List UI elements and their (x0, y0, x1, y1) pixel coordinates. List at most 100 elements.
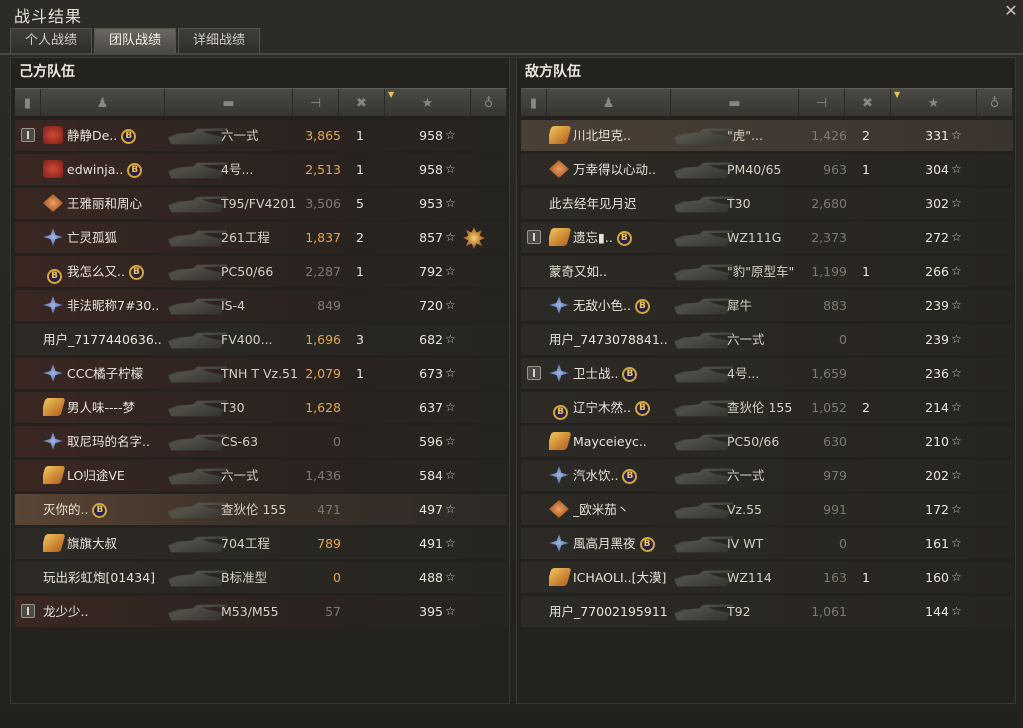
player-name[interactable]: 用户_77002195911 (549, 596, 675, 627)
player-row[interactable]: 此去经年见月迟 T30 2,680 302 ☆ (521, 188, 1013, 219)
player-row[interactable]: edwinja.. B 4号... 2,513 1 958 ☆ (15, 154, 507, 185)
enemy-damage-header-column[interactable]: ⊣ (799, 89, 845, 117)
player-row[interactable]: 非法昵称7#30.. IS-4 849 720 ☆ (15, 290, 507, 321)
ally-damage-header-column[interactable]: ⊣ (293, 89, 339, 117)
tab-detailed[interactable]: 详细战绩 (178, 28, 261, 53)
star-icon: ☆ (951, 468, 962, 482)
player-row[interactable]: Mayceieyc.. PC50/66 630 210 ☆ (521, 426, 1013, 457)
ally-xp-header-column[interactable]: ★ ▼ (385, 89, 471, 117)
ally-platoon-header-column[interactable]: ▮ (15, 89, 41, 117)
player-row[interactable]: 万幸得以心动.. PM40/65 963 1 304 ☆ (521, 154, 1013, 185)
player-name[interactable]: 龙少少.. (43, 596, 169, 627)
star-icon: ☆ (951, 298, 962, 312)
enemy-xp-header-column[interactable]: ★ ▼ (891, 89, 977, 117)
player-name[interactable]: 此去经年见月迟 (549, 188, 675, 219)
player-name[interactable]: 川北坦克.. (573, 120, 677, 151)
player-name[interactable]: 男人味----梦 (67, 392, 171, 423)
player-row[interactable]: 用户_7177440636.. FV400... 1,696 3 682 ☆ (15, 324, 507, 355)
player-name[interactable]: 取尼玛的名字.. (67, 426, 171, 457)
tank-icon (674, 400, 733, 417)
kills-value: 3 (356, 332, 364, 347)
player-name[interactable]: Mayceieyc.. (573, 426, 677, 457)
player-row[interactable]: 亡灵孤狐 261工程 1,837 2 857 ☆ (15, 222, 507, 253)
player-name[interactable]: 蒙奇又如.. (549, 256, 675, 287)
player-row[interactable]: 風高月黑夜 B IV WT 0 161 ☆ (521, 528, 1013, 559)
ally-tank-header-column[interactable]: ▬ (165, 89, 293, 117)
damage-value: 57 (325, 604, 341, 619)
tab-team[interactable]: 团队战绩 (94, 28, 177, 53)
player-name-text: 川北坦克.. (573, 128, 631, 143)
ally-player-header-column[interactable]: ♟ (41, 89, 165, 117)
player-row[interactable]: 静静De.. B 六一式 3,865 1 958 ☆ (15, 120, 507, 151)
xp-value: 266 (925, 264, 949, 279)
player-name[interactable]: 用户_7177440636.. (43, 324, 169, 355)
player-row[interactable]: ICHAOLI..[大漠] WZ114 163 1 160 ☆ (521, 562, 1013, 593)
player-name-text: 風高月黑夜 (573, 536, 636, 551)
player-name[interactable]: LO归途VE (67, 460, 171, 491)
player-row[interactable]: 遗忘▮.. B WZ111G 2,373 272 ☆ (521, 222, 1013, 253)
tank-icon (168, 230, 227, 247)
player-name[interactable]: 灭你的.. B (43, 494, 169, 525)
badge-cell (43, 358, 65, 389)
player-row[interactable]: B 辽宁木然.. B 查狄伦 155 1,052 2 214 ☆ (521, 392, 1013, 423)
rank-badge-icon (549, 500, 569, 518)
close-icon[interactable]: ✕ (1002, 2, 1020, 20)
enemy-player-header-column[interactable]: ♟ (547, 89, 671, 117)
star-icon: ☆ (951, 434, 962, 448)
xp-value: 239 (925, 332, 949, 347)
medal-cell[interactable] (463, 222, 489, 253)
player-row[interactable]: 龙少少.. M53/M55 57 395 ☆ (15, 596, 507, 627)
player-row[interactable]: 灭你的.. B 查狄伦 155 471 497 ☆ (15, 494, 507, 525)
player-row[interactable]: 用户_77002195911 T92 1,061 144 ☆ (521, 596, 1013, 627)
ally-medal-header-column[interactable]: ♁ (471, 89, 507, 117)
player-name[interactable]: 風高月黑夜 B (573, 528, 677, 559)
tab-personal[interactable]: 个人战绩 (10, 28, 93, 53)
player-row[interactable]: 川北坦克.. "虎"... 1,426 2 331 ☆ (521, 120, 1013, 151)
player-row[interactable]: CCC橘子柠檬 TNH T Vz.51 2,079 1 673 ☆ (15, 358, 507, 389)
enemy-tank-header-column[interactable]: ▬ (671, 89, 799, 117)
enemy-platoon-header-column[interactable]: ▮ (521, 89, 547, 117)
player-row[interactable]: 卫士战.. B 4号... 1,659 236 ☆ (521, 358, 1013, 389)
tank-icon (168, 332, 227, 349)
player-row[interactable]: 男人味----梦 T30 1,628 637 ☆ (15, 392, 507, 423)
player-name[interactable]: 亡灵孤狐 (67, 222, 171, 253)
medal-icon[interactable] (463, 227, 485, 249)
player-name[interactable]: 我怎么又.. B (67, 256, 171, 287)
player-row[interactable]: LO归途VE 六一式 1,436 584 ☆ (15, 460, 507, 491)
player-row[interactable]: 无敌小色.. B 犀牛 883 239 ☆ (521, 290, 1013, 321)
player-name[interactable]: 玩出彩虹炮[01434] (43, 562, 169, 593)
clan-badge-icon: B (47, 268, 62, 284)
player-row[interactable]: _欧米茄丶 Vz.55 991 172 ☆ (521, 494, 1013, 525)
player-name[interactable]: edwinja.. B (67, 154, 171, 185)
player-name[interactable]: 汽水饮.. B (573, 460, 677, 491)
player-name[interactable]: 用户_7473078841.. (549, 324, 675, 355)
player-name[interactable]: 旗旗大叔 (67, 528, 171, 559)
player-row[interactable]: 旗旗大叔 704工程 789 491 ☆ (15, 528, 507, 559)
badge-cell (43, 120, 65, 151)
player-name[interactable]: 无敌小色.. B (573, 290, 677, 321)
player-name-text: 男人味----梦 (67, 400, 136, 415)
player-name[interactable]: 卫士战.. B (573, 358, 677, 389)
player-name[interactable]: 非法昵称7#30.. (67, 290, 171, 321)
player-row[interactable]: 汽水饮.. B 六一式 979 202 ☆ (521, 460, 1013, 491)
rank-badge-icon (549, 228, 571, 246)
player-row[interactable]: B 我怎么又.. B PC50/66 2,287 1 792 ☆ (15, 256, 507, 287)
xp-header-icon: ★ (421, 95, 434, 111)
player-row[interactable]: 蒙奇又如.. "豹"原型车" 1,199 1 266 ☆ (521, 256, 1013, 287)
player-name[interactable]: 遗忘▮.. B (573, 222, 677, 253)
player-name[interactable]: ICHAOLI..[大漠] (573, 562, 677, 593)
enemy-medal-header-column[interactable]: ♁ (977, 89, 1013, 117)
player-row[interactable]: 取尼玛的名字.. CS-63 0 596 ☆ (15, 426, 507, 457)
enemy-kills-header-column[interactable]: ✖ (845, 89, 891, 117)
player-name[interactable]: CCC橘子柠檬 (67, 358, 171, 389)
player-name[interactable]: 王雅丽和周心 (67, 188, 171, 219)
player-name[interactable]: 万幸得以心动.. (573, 154, 677, 185)
player-name[interactable]: _欧米茄丶 (573, 494, 677, 525)
platoon-cell (527, 222, 545, 253)
player-name[interactable]: 静静De.. B (67, 120, 171, 151)
player-row[interactable]: 玩出彩虹炮[01434] B标准型 0 488 ☆ (15, 562, 507, 593)
ally-kills-header-column[interactable]: ✖ (339, 89, 385, 117)
player-row[interactable]: 王雅丽和周心 T95/FV4201 3,506 5 953 ☆ (15, 188, 507, 219)
player-name[interactable]: 辽宁木然.. B (573, 392, 677, 423)
player-row[interactable]: 用户_7473078841.. 六一式 0 239 ☆ (521, 324, 1013, 355)
